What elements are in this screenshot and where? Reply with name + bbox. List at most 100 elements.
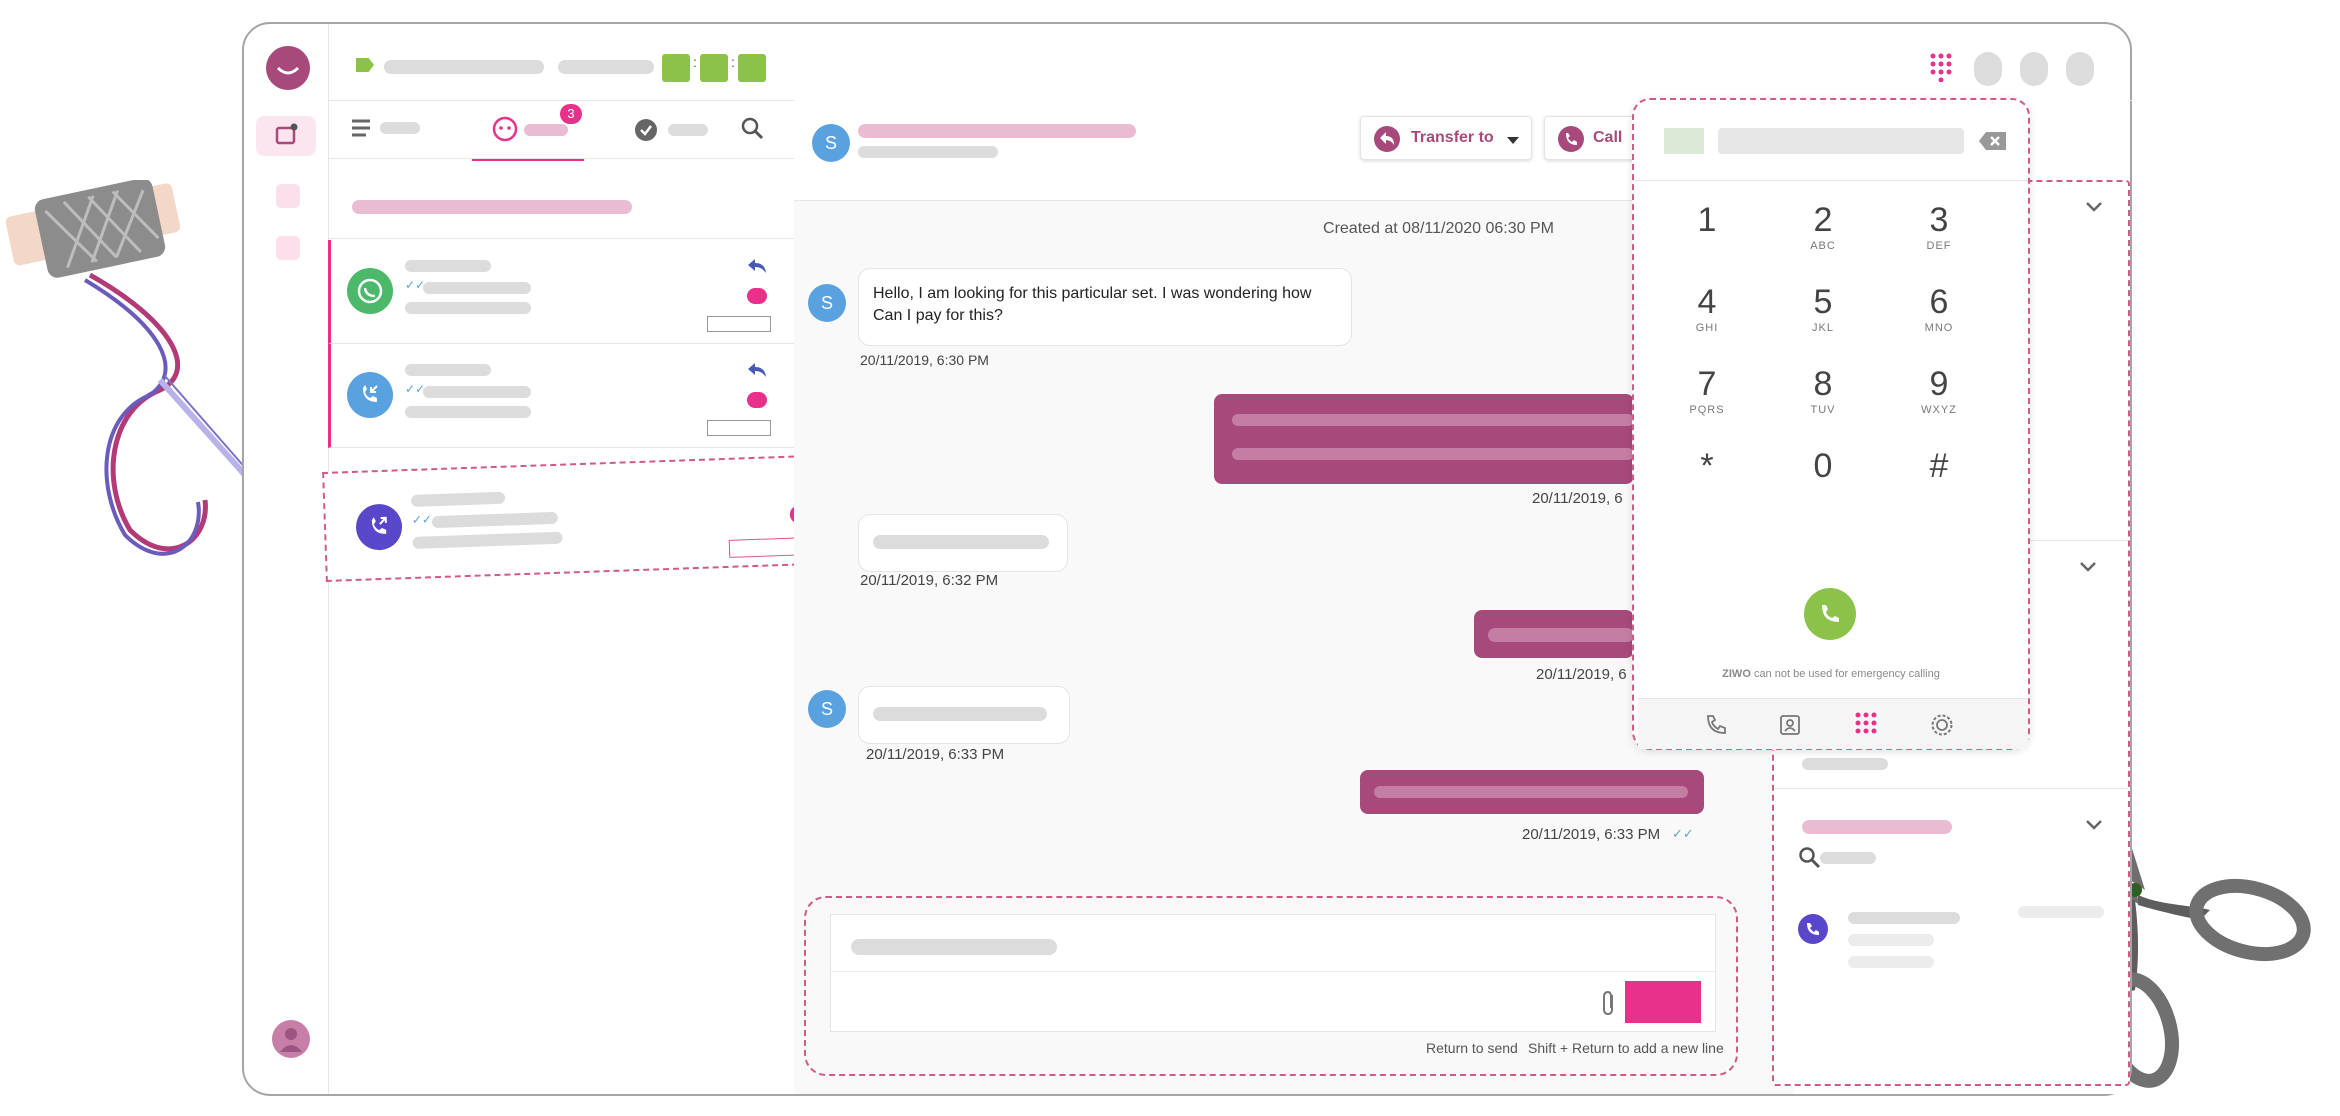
rail-inbox-button[interactable]	[256, 116, 316, 156]
phone-icon	[1822, 605, 1839, 622]
tab-my-conversations[interactable]: 3	[472, 100, 584, 161]
dialpad-tab-icon[interactable]	[1854, 711, 1878, 739]
top-icon-placeholder[interactable]	[2020, 52, 2048, 86]
conversation-item-incoming-call[interactable]: ✓✓	[328, 344, 794, 448]
tag-icon	[356, 58, 374, 72]
conversation-item-outgoing-call-cutout[interactable]: ✓✓	[322, 453, 848, 582]
dialpad-key-7[interactable]: 7 PQRS	[1652, 364, 1762, 444]
chevron-down-icon[interactable]	[2084, 818, 2104, 832]
chevron-down-icon[interactable]	[2078, 560, 2098, 574]
whatsapp-icon	[347, 268, 393, 314]
history-detail-placeholder	[1848, 934, 1934, 946]
contact-name-placeholder	[410, 491, 506, 507]
settings-tab-icon[interactable]	[1930, 713, 1954, 737]
send-button[interactable]	[1625, 981, 1701, 1023]
agent-face-icon	[492, 116, 518, 142]
dialpad-letters: JKL	[1812, 322, 1834, 334]
person-icon	[280, 1028, 302, 1052]
phone-tab-icon[interactable]	[1704, 713, 1728, 737]
dialpad-key-5[interactable]: 5 JKL	[1768, 282, 1878, 362]
message-preview-placeholder	[431, 511, 559, 529]
conversation-item-whatsapp[interactable]: ✓✓	[328, 240, 794, 344]
contact-detail-placeholder	[858, 146, 998, 158]
paperclip-icon[interactable]	[1601, 989, 1617, 1017]
dialpad-key-hash[interactable]: #	[1884, 446, 1994, 526]
call-green-button[interactable]	[1804, 588, 1856, 640]
dialpad-letters: GHI	[1695, 322, 1719, 334]
message-line-placeholder	[873, 707, 1047, 721]
composer-input-placeholder[interactable]	[851, 939, 1057, 955]
dialpad-digit: 2	[1813, 201, 1833, 239]
message-line-placeholder	[1232, 448, 1634, 460]
dialpad-key-6[interactable]: 6 MNO	[1884, 282, 1994, 362]
left-rail	[244, 24, 329, 1094]
message-line-placeholder	[1232, 414, 1634, 426]
dialpad-key-0[interactable]: 0	[1768, 446, 1878, 526]
composer-hint-newline: Shift + Return to add a new line	[1528, 1040, 1724, 1056]
double-check-icon: ✓✓	[1672, 826, 1694, 841]
status-pill	[747, 288, 767, 304]
check-circle-icon[interactable]	[634, 118, 658, 142]
dialpad-key-4[interactable]: 4 GHI	[1652, 282, 1762, 362]
search-icon[interactable]	[1798, 846, 1822, 870]
message-bubble-incoming	[858, 514, 1068, 572]
contact-name-placeholder	[405, 260, 491, 272]
chevron-down-icon[interactable]	[2084, 200, 2104, 214]
status-pill	[747, 392, 767, 408]
dialpad-digit: 0	[1813, 447, 1833, 485]
double-check-icon: ✓✓	[411, 512, 433, 527]
dialpad-key-1[interactable]: 1	[1652, 200, 1762, 280]
tab-label-placeholder	[668, 124, 708, 136]
message-timestamp: 20/11/2019, 6	[1532, 490, 1623, 507]
contacts-tab-icon[interactable]	[1778, 713, 1802, 737]
conversation-list-panel: 3 ✓✓ ✓✓ ✓✓	[322, 100, 848, 1094]
detail-placeholder	[1802, 758, 1888, 770]
top-icon-placeholder[interactable]	[1974, 52, 2002, 86]
message-preview-placeholder	[405, 302, 531, 314]
dialpad-key-star[interactable]: *	[1652, 446, 1762, 526]
dialpad-key-2[interactable]: 2 ABC	[1768, 200, 1878, 280]
dialpad-letters: TUV	[1810, 404, 1836, 416]
transfer-button[interactable]: Transfer to	[1360, 116, 1532, 160]
dialpad-key-3[interactable]: 3 DEF	[1884, 200, 1994, 280]
status-text-placeholder	[384, 60, 544, 74]
rail-item-placeholder[interactable]	[276, 236, 300, 260]
dialpad-letters: PQRS	[1689, 404, 1725, 416]
status-text-placeholder	[558, 60, 654, 74]
section-divider	[1774, 788, 2128, 789]
inbox-icon	[275, 123, 298, 145]
dialpad-digit: 3	[1929, 201, 1949, 239]
top-bar: : :	[328, 24, 2132, 101]
timer-separator: :	[731, 54, 735, 70]
dialpad-key-8[interactable]: 8 TUV	[1768, 364, 1878, 444]
top-icon-placeholder[interactable]	[2066, 52, 2094, 86]
tag-outline	[707, 316, 771, 332]
message-preview-placeholder	[423, 386, 531, 398]
composer-box[interactable]	[830, 914, 1716, 1032]
transfer-label: Transfer to	[1411, 129, 1494, 146]
dialpad-digit: 8	[1813, 365, 1833, 403]
timer-block	[700, 54, 728, 82]
user-avatar[interactable]	[272, 1020, 310, 1058]
contact-avatar: S	[812, 124, 850, 162]
rail-item-placeholder[interactable]	[276, 184, 300, 208]
search-field-placeholder[interactable]	[1820, 852, 1876, 864]
history-title-placeholder	[1848, 912, 1960, 924]
message-preview-placeholder	[405, 406, 531, 418]
message-timestamp: 20/11/2019, 6:33 PM	[1522, 826, 1661, 843]
search-icon[interactable]	[740, 116, 766, 142]
menu-icon[interactable]	[352, 118, 374, 138]
call-button[interactable]: Call	[1544, 116, 1646, 160]
contact-name-placeholder	[405, 364, 491, 376]
dialpad-key-9[interactable]: 9 WXYZ	[1884, 364, 1994, 444]
reply-icon	[748, 259, 766, 273]
emergency-note: can not be used for emergency calling	[1753, 668, 1940, 680]
dialpad-grid-icon[interactable]	[1928, 52, 1954, 82]
contact-avatar: S	[808, 284, 846, 322]
double-check-icon: ✓✓	[405, 382, 426, 396]
app-logo[interactable]	[266, 46, 310, 90]
list-divider	[328, 238, 794, 239]
composer-hint-send: Return to send	[1426, 1040, 1518, 1056]
outgoing-call-icon	[1798, 914, 1828, 944]
message-bubble-outgoing	[1360, 770, 1704, 814]
